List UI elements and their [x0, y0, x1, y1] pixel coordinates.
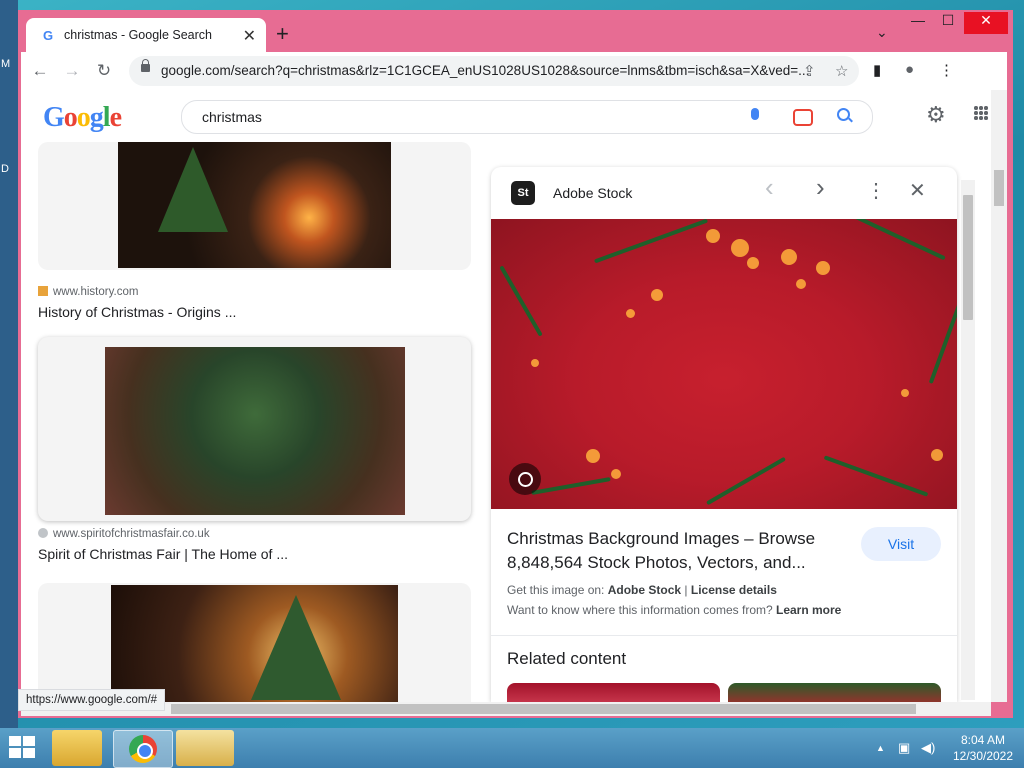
- maximize-button[interactable]: ☐: [933, 12, 963, 34]
- get-image-label: Get this image on:: [507, 583, 608, 597]
- panel-source-name[interactable]: Adobe Stock: [553, 185, 632, 201]
- visit-button[interactable]: Visit: [861, 527, 941, 561]
- google-logo[interactable]: Google: [43, 102, 122, 134]
- taskbar: ▲ ▣ ◀) 8:04 AM 12/30/2022: [0, 728, 1024, 768]
- panel-image-title[interactable]: Christmas Background Images – Browse 8,8…: [507, 527, 852, 575]
- status-bar-url: https://www.google.com/#: [18, 689, 166, 711]
- back-button[interactable]: ←: [28, 59, 52, 83]
- desktop-edge: [0, 0, 18, 730]
- logo-letter: o: [63, 102, 78, 133]
- result-source[interactable]: www.history.com: [38, 286, 138, 298]
- previous-image-icon[interactable]: ‹: [765, 174, 774, 200]
- browser-tab[interactable]: G christmas - Google Search ✕: [26, 18, 266, 52]
- result-title[interactable]: History of Christmas - Origins ...: [38, 304, 236, 320]
- settings-gear-icon[interactable]: ⚙: [926, 104, 946, 126]
- show-hidden-icons[interactable]: ▲: [876, 743, 885, 753]
- file-explorer-icon[interactable]: [52, 730, 102, 766]
- chrome-icon-center: [137, 743, 153, 759]
- result-source-text: www.spiritofchristmasfair.co.uk: [53, 528, 210, 540]
- lock-icon[interactable]: [141, 59, 150, 72]
- google-lens-icon[interactable]: [793, 109, 813, 126]
- tab-title: christmas - Google Search: [64, 28, 212, 42]
- logo-letter: g: [89, 102, 104, 133]
- browser-menu-icon[interactable]: ⋮: [939, 61, 954, 79]
- logo-letter: o: [76, 102, 91, 133]
- google-favicon-icon: G: [42, 27, 54, 43]
- title-bar: G christmas - Google Search ✕ + ⌄ — ☐ ✕: [18, 10, 1013, 52]
- horizontal-scrollbar[interactable]: [21, 702, 991, 716]
- related-image[interactable]: [507, 683, 720, 702]
- forward-button[interactable]: →: [60, 59, 84, 83]
- google-apps-icon[interactable]: [974, 106, 988, 120]
- volume-icon[interactable]: ◀): [921, 740, 935, 756]
- logo-letter: G: [43, 102, 65, 133]
- image-result-card[interactable]: [38, 583, 471, 702]
- network-icon[interactable]: ▣: [898, 740, 910, 756]
- adobe-stock-logo: St: [511, 181, 535, 205]
- related-content-heading: Related content: [507, 649, 627, 668]
- clock-date: 12/30/2022: [952, 749, 1014, 763]
- preview-image[interactable]: [491, 219, 957, 509]
- browser-toolbar: ← → ↻ google.com/search?q=christmas&rlz=…: [21, 52, 1007, 90]
- related-image[interactable]: [728, 683, 941, 702]
- result-title[interactable]: Spirit of Christmas Fair | The Home of .…: [38, 546, 288, 562]
- page-scrollbar[interactable]: [991, 90, 1007, 702]
- search-box[interactable]: christmas: [181, 100, 873, 134]
- panel-scrollbar-thumb[interactable]: [963, 195, 973, 320]
- desktop-icon-label[interactable]: M: [1, 58, 10, 70]
- bookmark-star-icon[interactable]: ☆: [835, 62, 848, 80]
- snowflake-favicon-icon: [38, 528, 48, 538]
- adobe-stock-link[interactable]: Adobe Stock: [608, 583, 681, 597]
- image-result-card[interactable]: [38, 142, 471, 270]
- result-image[interactable]: [105, 347, 405, 515]
- search-icon[interactable]: [837, 108, 850, 121]
- separator: |: [681, 583, 691, 597]
- tab-close-icon[interactable]: ✕: [243, 26, 256, 46]
- media-player-icon[interactable]: [176, 730, 234, 766]
- start-button[interactable]: [9, 736, 37, 760]
- info-source-text: Want to know where this information come…: [507, 603, 841, 617]
- side-panel-icon[interactable]: ▮: [873, 61, 881, 79]
- page-content: Google christmas ⚙ www.history.com Histo…: [21, 90, 991, 702]
- horizontal-scrollbar-thumb[interactable]: [171, 704, 916, 714]
- search-inside-image-icon[interactable]: [509, 463, 541, 495]
- result-image[interactable]: [118, 142, 391, 268]
- system-clock[interactable]: 8:04 AM 12/30/2022: [948, 732, 1018, 764]
- panel-scrollbar[interactable]: [961, 180, 975, 700]
- logo-letter: l: [102, 102, 111, 133]
- url-text[interactable]: google.com/search?q=christmas&rlz=1C1GCE…: [161, 63, 809, 78]
- tab-search-icon[interactable]: ⌄: [876, 24, 888, 41]
- logo-letter: e: [109, 102, 122, 133]
- search-input[interactable]: christmas: [202, 109, 262, 125]
- clock-time: 8:04 AM: [960, 733, 1006, 747]
- address-bar[interactable]: google.com/search?q=christmas&rlz=1C1GCE…: [129, 56, 859, 86]
- image-source-info: Get this image on: Adobe Stock | License…: [507, 583, 777, 597]
- next-image-icon[interactable]: ›: [816, 174, 825, 200]
- divider: [491, 635, 957, 636]
- chrome-taskbar-button[interactable]: [113, 730, 173, 768]
- close-panel-icon[interactable]: ✕: [909, 181, 926, 201]
- microphone-icon[interactable]: [751, 108, 759, 120]
- history-favicon-icon: [38, 286, 48, 296]
- google-header: Google christmas ⚙: [21, 90, 991, 142]
- image-result-card-selected[interactable]: [38, 337, 471, 521]
- more-options-icon[interactable]: ⋮: [866, 181, 886, 201]
- want-to-know-text: Want to know where this information come…: [507, 603, 776, 617]
- image-preview-panel: St Adobe Stock ‹ › ⋮ ✕ Christmas Backgro…: [491, 167, 957, 702]
- browser-window: G christmas - Google Search ✕ + ⌄ — ☐ ✕ …: [18, 10, 1013, 718]
- page-scrollbar-thumb[interactable]: [994, 170, 1004, 206]
- profile-avatar-icon[interactable]: ●: [905, 61, 914, 78]
- reload-button[interactable]: ↻: [92, 59, 116, 83]
- new-tab-button[interactable]: +: [276, 22, 289, 46]
- close-window-button[interactable]: ✕: [964, 12, 1008, 34]
- learn-more-link[interactable]: Learn more: [776, 603, 841, 617]
- share-icon[interactable]: ⇪: [803, 62, 816, 80]
- result-image[interactable]: [111, 585, 398, 702]
- result-source-text: www.history.com: [53, 286, 139, 298]
- desktop-icon-label[interactable]: D: [1, 163, 9, 175]
- minimize-button[interactable]: —: [903, 12, 933, 34]
- license-details-link[interactable]: License details: [691, 583, 777, 597]
- result-source[interactable]: www.spiritofchristmasfair.co.uk: [38, 528, 210, 540]
